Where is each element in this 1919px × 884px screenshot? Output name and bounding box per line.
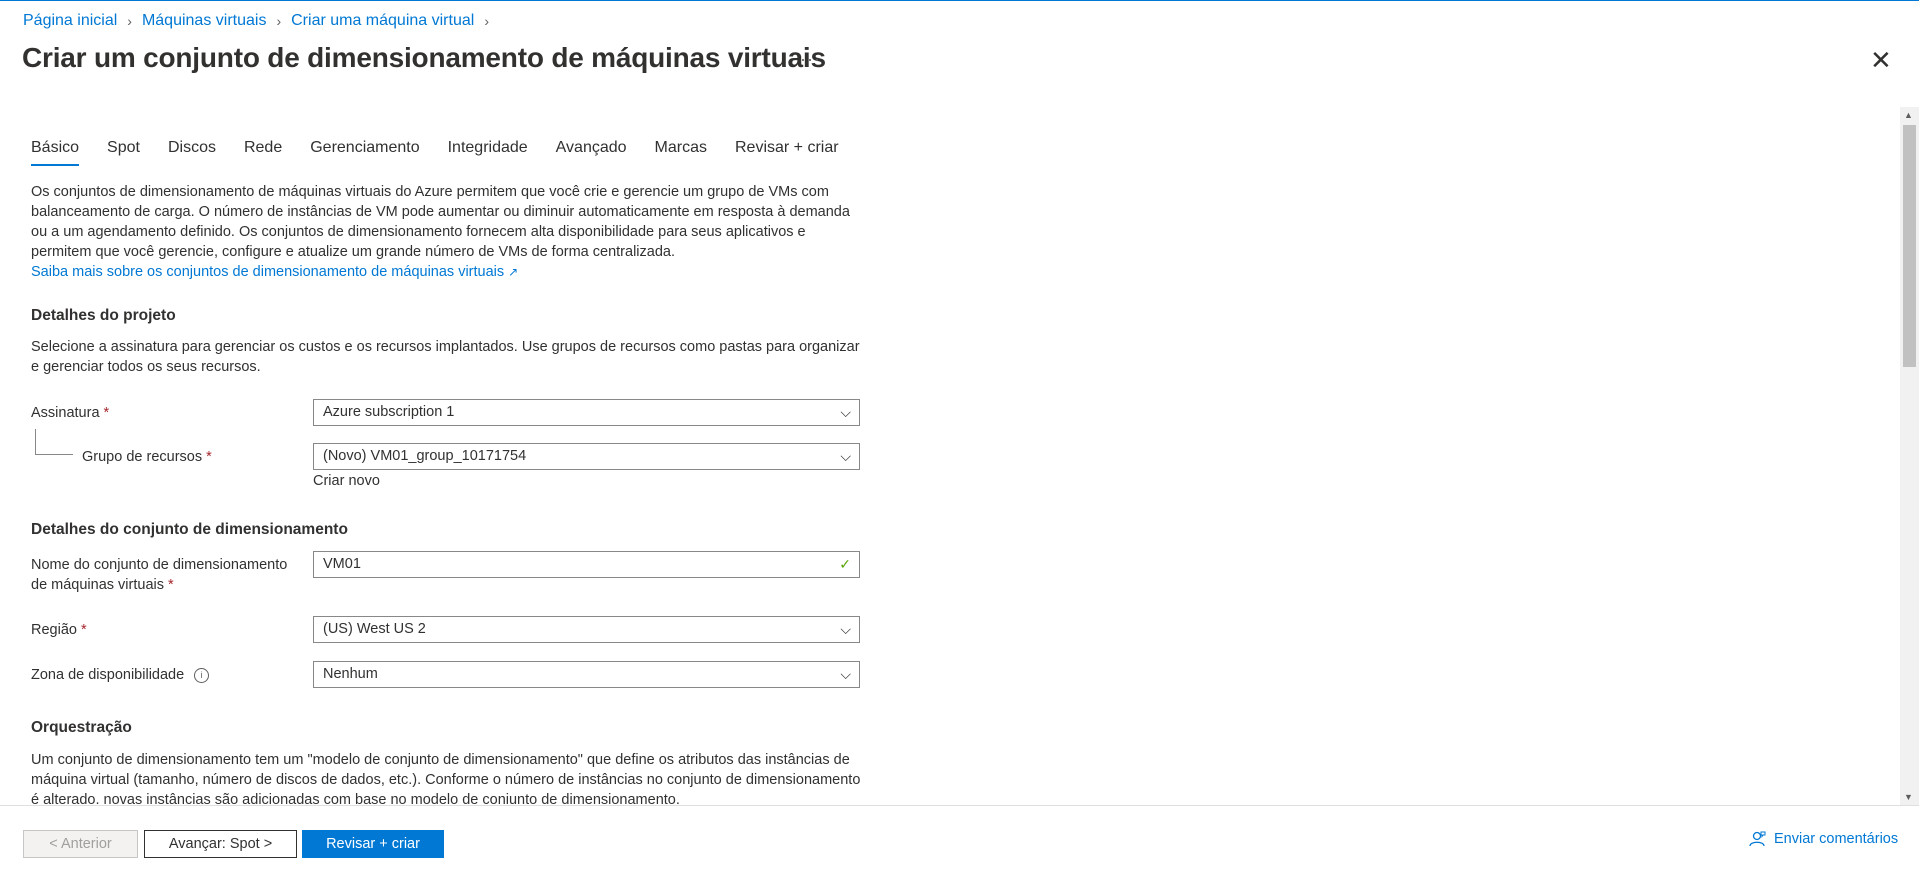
tab-health[interactable]: Integridade xyxy=(448,139,528,166)
send-feedback-label: Enviar comentários xyxy=(1774,831,1899,847)
scale-set-name-input[interactable]: VM01 ✓ xyxy=(313,551,860,578)
project-details-heading: Detalhes do projeto xyxy=(31,307,176,324)
intro-learn-more: Saiba mais sobre os conjuntos de dimensi… xyxy=(31,262,861,282)
scale-set-name-label: Nome do conjunto de dimensionamento de m… xyxy=(31,557,288,593)
scroll-down-icon[interactable]: ▼ xyxy=(1904,792,1913,802)
subscription-value: Azure subscription 1 xyxy=(323,404,455,420)
tab-management[interactable]: Gerenciamento xyxy=(310,139,419,166)
region-value: (US) West US 2 xyxy=(323,621,426,637)
region-dropdown[interactable]: (US) West US 2 ⌵ xyxy=(313,616,860,643)
learn-more-link[interactable]: Saiba mais sobre os conjuntos de dimensi… xyxy=(31,264,504,280)
region-label: Região * xyxy=(31,622,87,638)
project-details-description: Selecione a assinatura para gerenciar os… xyxy=(31,339,860,375)
subscription-label: Assinatura * xyxy=(31,405,110,421)
tab-basics[interactable]: Básico xyxy=(31,139,80,166)
scroll-up-icon[interactable]: ▲ xyxy=(1904,110,1913,120)
resource-group-label: Grupo de recursos * xyxy=(82,449,212,465)
intro-description: Os conjuntos de dimensionamento de máqui… xyxy=(31,184,850,260)
tab-tags[interactable]: Marcas xyxy=(655,139,707,166)
scale-set-name-value: VM01 xyxy=(323,556,361,572)
breadcrumb: Página inicial › Máquinas virtuais › Cri… xyxy=(23,12,499,30)
chevron-down-icon: ⌵ xyxy=(840,666,851,682)
breadcrumb-create-vm[interactable]: Criar uma máquina virtual xyxy=(291,12,474,30)
chevron-down-icon: ⌵ xyxy=(840,448,851,464)
orchestration-description: Um conjunto de dimensionamento tem um "m… xyxy=(31,752,861,804)
chevron-down-icon: ⌵ xyxy=(840,404,851,420)
tab-bar: Básico Spot Discos Rede Gerenciamento In… xyxy=(31,139,867,166)
page-title: Criar um conjunto de dimensionamento de … xyxy=(22,42,826,73)
create-new-link[interactable]: Criar novo xyxy=(313,471,380,491)
tree-connector xyxy=(35,429,73,455)
chevron-right-icon: › xyxy=(484,13,489,29)
tab-advanced[interactable]: Avançado xyxy=(556,139,627,166)
tab-disks[interactable]: Discos xyxy=(168,139,216,166)
previous-button[interactable]: < Anterior xyxy=(23,830,138,858)
chevron-right-icon: › xyxy=(127,13,132,29)
close-icon[interactable]: ✕ xyxy=(1870,47,1892,73)
availability-zone-label: Zona de disponibilidade i xyxy=(31,665,210,685)
checkmark-icon: ✓ xyxy=(839,556,851,572)
breadcrumb-home[interactable]: Página inicial xyxy=(23,12,117,30)
more-options-icon[interactable]: ··· xyxy=(800,49,821,70)
orchestration-heading: Orquestração xyxy=(31,719,132,736)
tab-spot[interactable]: Spot xyxy=(107,139,140,166)
availability-zone-dropdown[interactable]: Nenhum ⌵ xyxy=(313,661,860,688)
scrollbar-thumb[interactable] xyxy=(1903,125,1916,367)
next-spot-button[interactable]: Avançar: Spot > xyxy=(144,830,297,858)
resource-group-dropdown[interactable]: (Novo) VM01_group_10171754 ⌵ xyxy=(313,443,860,470)
tab-review-create[interactable]: Revisar + criar xyxy=(735,139,839,166)
external-link-icon: ↗ xyxy=(508,265,519,279)
chevron-down-icon: ⌵ xyxy=(840,621,851,637)
footer-divider xyxy=(0,805,1919,806)
feedback-icon xyxy=(1749,831,1766,847)
tab-network[interactable]: Rede xyxy=(244,139,282,166)
resource-group-value: (Novo) VM01_group_10171754 xyxy=(323,448,527,464)
availability-zone-value: Nenhum xyxy=(323,666,378,682)
scale-set-details-heading: Detalhes do conjunto de dimensionamento xyxy=(31,521,348,538)
breadcrumb-virtual-machines[interactable]: Máquinas virtuais xyxy=(142,12,267,30)
chevron-right-icon: › xyxy=(276,13,282,29)
review-create-button[interactable]: Revisar + criar xyxy=(302,830,444,858)
vertical-scrollbar[interactable]: ▲ ▼ xyxy=(1900,107,1919,805)
subscription-dropdown[interactable]: Azure subscription 1 ⌵ xyxy=(313,399,860,426)
send-feedback-link[interactable]: Enviar comentários xyxy=(1748,830,1898,848)
info-icon[interactable]: i xyxy=(194,667,210,683)
